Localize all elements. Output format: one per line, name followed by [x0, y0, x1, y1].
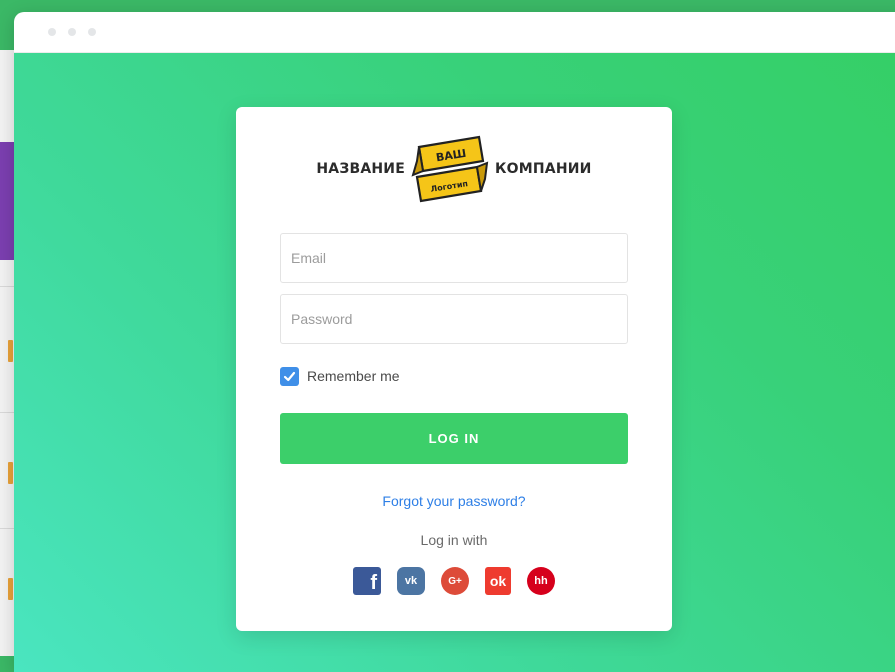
logo-right-text: КОМПАНИИ [495, 161, 592, 177]
login-with-label: Log in with [420, 532, 488, 548]
forgot-password-link[interactable]: Forgot your password? [236, 493, 672, 509]
background-marker [8, 340, 13, 362]
window-minimize-dot[interactable] [68, 28, 76, 36]
remember-me-toggle[interactable]: Remember me [280, 365, 400, 387]
window-maximize-dot[interactable] [88, 28, 96, 36]
password-field[interactable] [280, 294, 628, 344]
background-marker [8, 462, 13, 484]
logo-badge-icon: ВАШ Логотип [411, 135, 489, 203]
login-card: НАЗВАНИЕ ВАШ Логотип КОМПАНИИ Email Reme… [236, 107, 672, 631]
logo-left-text: НАЗВАНИЕ [316, 161, 405, 177]
background-marker [8, 578, 13, 600]
login-button[interactable]: LOG IN [280, 413, 628, 464]
page-background: НАЗВАНИЕ ВАШ Логотип КОМПАНИИ Email Reme… [14, 53, 895, 672]
facebook-icon[interactable]: f [353, 567, 381, 595]
browser-window: НАЗВАНИЕ ВАШ Логотип КОМПАНИИ Email Reme… [14, 12, 895, 672]
window-close-dot[interactable] [48, 28, 56, 36]
window-titlebar [14, 12, 895, 53]
remember-me-label: Remember me [307, 368, 400, 384]
social-login-row: f vk G+ ok hh [236, 567, 672, 597]
odnoklassniki-icon[interactable]: ok [485, 567, 511, 595]
checkmark-icon [283, 371, 296, 381]
email-field[interactable] [280, 233, 628, 283]
vk-icon[interactable]: vk [397, 567, 425, 595]
headhunter-icon[interactable]: hh [527, 567, 555, 595]
google-plus-icon[interactable]: G+ [441, 567, 469, 595]
company-logo: НАЗВАНИЕ ВАШ Логотип КОМПАНИИ [236, 133, 672, 205]
remember-me-checkbox[interactable] [280, 366, 299, 386]
